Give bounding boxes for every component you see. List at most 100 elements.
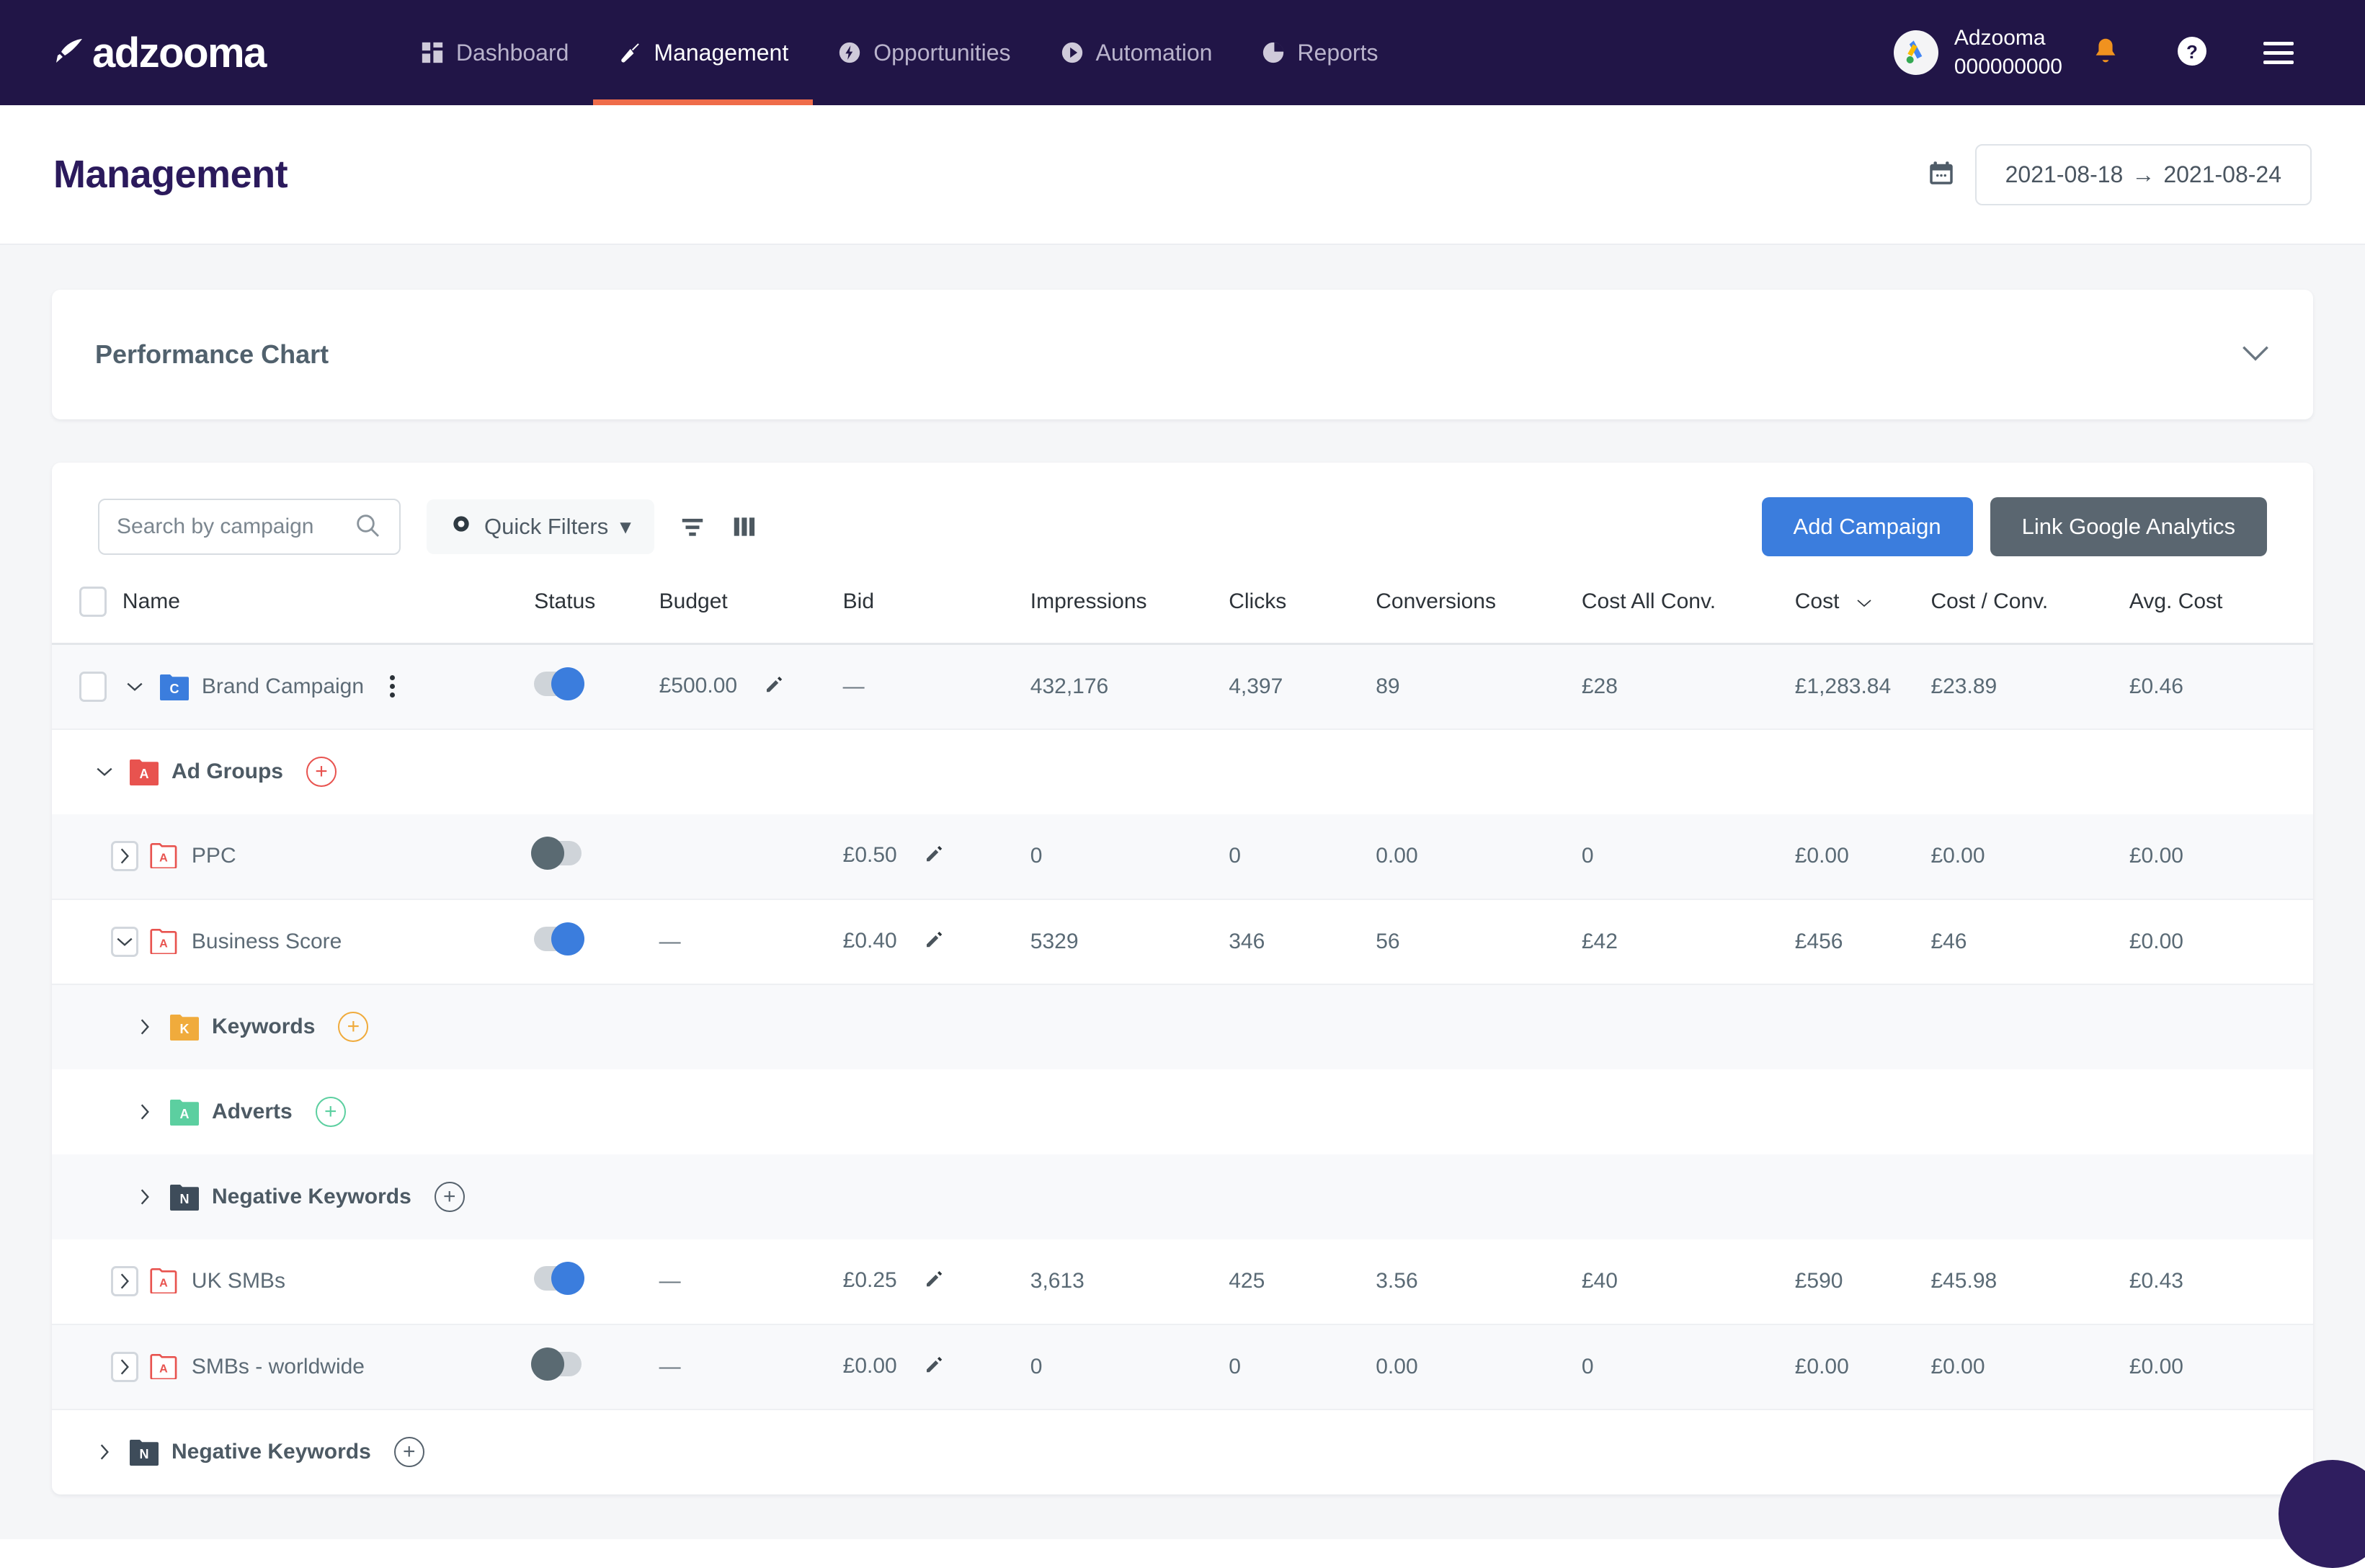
edit-bid-pencil-icon[interactable]	[923, 1353, 945, 1381]
nav-item-management[interactable]: Management	[593, 0, 813, 105]
nav-item-automation[interactable]: Automation	[1035, 0, 1237, 105]
add-campaign-button[interactable]: Add Campaign	[1762, 497, 1973, 556]
adzooma-logo[interactable]: adzooma	[53, 29, 266, 77]
chevron-right-icon[interactable]	[112, 847, 137, 865]
edit-budget-pencil-icon[interactable]	[763, 673, 785, 700]
chevron-down-icon[interactable]	[112, 936, 137, 948]
table-row[interactable]: A PPC £0.50 0 0 0.00 0 £0.00	[52, 814, 2313, 899]
add-negative-keyword-plus-icon[interactable]: +	[435, 1182, 465, 1212]
column-header-name[interactable]: Name	[123, 574, 534, 644]
add-advert-plus-icon[interactable]: +	[316, 1097, 346, 1127]
table-row[interactable]: A UK SMBs — £0.25 3,613 425 3.56 £40	[52, 1239, 2313, 1324]
chevron-right-icon[interactable]	[92, 1443, 117, 1461]
column-header-cost-label: Cost	[1795, 589, 1840, 613]
column-header-avg-cost[interactable]: Avg. Cost	[2129, 574, 2313, 644]
column-header-clicks[interactable]: Clicks	[1229, 574, 1376, 644]
ad-groups-folder-icon: A	[130, 758, 159, 785]
sort-chevron-down-icon[interactable]	[1856, 589, 1873, 613]
group-header-cell: A Adverts +	[52, 1069, 2313, 1154]
search-input[interactable]	[117, 514, 353, 539]
status-toggle[interactable]	[534, 1266, 582, 1291]
chevron-right-icon[interactable]	[112, 1358, 137, 1376]
quick-filters-dropdown[interactable]: Quick Filters ▾	[427, 499, 654, 554]
header-right-controls: Adzooma 000000000 ?	[1894, 17, 2322, 89]
filter-lines-icon[interactable]	[679, 513, 706, 540]
row-avg-cost-cell: £0.43	[2129, 1239, 2313, 1324]
chevron-down-icon[interactable]	[92, 766, 117, 778]
chevron-down-icon[interactable]	[123, 681, 147, 692]
menu-button[interactable]	[2235, 17, 2322, 89]
date-range-picker[interactable]: 2021-08-18→2021-08-24	[1975, 144, 2312, 205]
select-all-checkbox[interactable]	[79, 587, 107, 617]
column-header-cost-per-conv[interactable]: Cost / Conv.	[1930, 574, 2129, 644]
column-header-cost-all-conv[interactable]: Cost All Conv.	[1582, 574, 1795, 644]
status-toggle[interactable]	[534, 927, 582, 951]
dashboard-grid-icon	[420, 40, 445, 65]
row-cost-cell: £1,283.84	[1795, 644, 1931, 729]
table-row[interactable]: K Keywords +	[52, 984, 2313, 1069]
bid-value: £0.50	[843, 843, 897, 867]
date-range-control: 2021-08-18→2021-08-24	[1926, 144, 2312, 205]
question-circle-icon: ?	[2175, 34, 2209, 72]
row-budget-cell: £500.00	[659, 644, 843, 729]
row-budget-cell: —	[659, 899, 843, 984]
chevron-down-icon[interactable]	[2241, 344, 2270, 365]
svg-text:K: K	[180, 1022, 190, 1036]
chevron-right-icon[interactable]	[112, 1272, 137, 1291]
row-conversions-cell: 56	[1376, 899, 1582, 984]
chevron-right-icon[interactable]	[133, 1188, 157, 1206]
table-row[interactable]: A Business Score — £0.40 5329 346 56 £4	[52, 899, 2313, 984]
table-row[interactable]: N Negative Keywords +	[52, 1409, 2313, 1494]
performance-chart-panel[interactable]: Performance Chart	[52, 290, 2313, 419]
add-keyword-plus-icon[interactable]: +	[338, 1012, 368, 1042]
edit-bid-pencil-icon[interactable]	[923, 1268, 945, 1295]
search-campaign-box[interactable]	[98, 499, 401, 555]
status-toggle[interactable]	[534, 841, 582, 865]
edit-bid-pencil-icon[interactable]	[923, 842, 945, 870]
link-google-analytics-button[interactable]: Link Google Analytics	[1990, 497, 2267, 556]
help-button[interactable]: ?	[2149, 17, 2235, 89]
ad-group-folder-icon: A	[150, 1353, 179, 1381]
columns-icon[interactable]	[731, 513, 758, 540]
status-toggle[interactable]	[534, 672, 582, 696]
status-toggle[interactable]	[534, 1352, 582, 1376]
row-actions-kebab-icon[interactable]	[390, 675, 395, 698]
row-status-cell	[534, 814, 659, 899]
column-header-conversions[interactable]: Conversions	[1376, 574, 1582, 644]
svg-text:C: C	[169, 682, 179, 696]
row-name-cell: C Brand Campaign	[123, 644, 534, 729]
group-header-cell: A Ad Groups +	[52, 729, 2313, 814]
table-row[interactable]: A Adverts +	[52, 1069, 2313, 1154]
nav-item-dashboard[interactable]: Dashboard	[396, 0, 594, 105]
account-switcher[interactable]: Adzooma 000000000	[1894, 24, 2062, 81]
column-header-budget[interactable]: Budget	[659, 574, 843, 644]
chevron-right-icon[interactable]	[133, 1017, 157, 1036]
row-bid-cell: £0.40	[843, 899, 1030, 984]
row-checkbox[interactable]	[79, 672, 107, 702]
column-header-cost[interactable]: Cost	[1795, 574, 1931, 644]
calendar-icon[interactable]	[1926, 158, 1956, 192]
search-icon[interactable]	[353, 511, 382, 543]
column-header-status[interactable]: Status	[534, 574, 659, 644]
row-bid-cell: £0.50	[843, 814, 1030, 899]
table-row[interactable]: A Ad Groups +	[52, 729, 2313, 814]
table-body: C Brand Campaign £500.00 — 432,176 4,397	[52, 644, 2313, 1494]
table-row[interactable]: N Negative Keywords +	[52, 1154, 2313, 1239]
row-cost-all-conv-cell: £28	[1582, 644, 1795, 729]
nav-item-reports[interactable]: Reports	[1237, 0, 1402, 105]
bid-value: —	[843, 674, 865, 698]
nav-item-opportunities[interactable]: Opportunities	[813, 0, 1035, 105]
column-header-bid[interactable]: Bid	[843, 574, 1030, 644]
campaign-folder-icon: C	[160, 673, 189, 700]
add-negative-keyword-plus-icon[interactable]: +	[394, 1437, 424, 1467]
column-header-impressions[interactable]: Impressions	[1030, 574, 1229, 644]
table-row[interactable]: A SMBs - worldwide — £0.00 0 0 0.00 0	[52, 1324, 2313, 1409]
notifications-button[interactable]	[2062, 17, 2149, 89]
add-ad-group-plus-icon[interactable]: +	[306, 757, 337, 787]
performance-chart-title: Performance Chart	[95, 339, 329, 370]
table-row[interactable]: C Brand Campaign £500.00 — 432,176 4,397	[52, 644, 2313, 729]
chevron-right-icon[interactable]	[133, 1102, 157, 1121]
row-cost-per-conv-cell: £45.98	[1930, 1239, 2129, 1324]
svg-text:A: A	[140, 767, 149, 781]
edit-bid-pencil-icon[interactable]	[923, 928, 945, 956]
